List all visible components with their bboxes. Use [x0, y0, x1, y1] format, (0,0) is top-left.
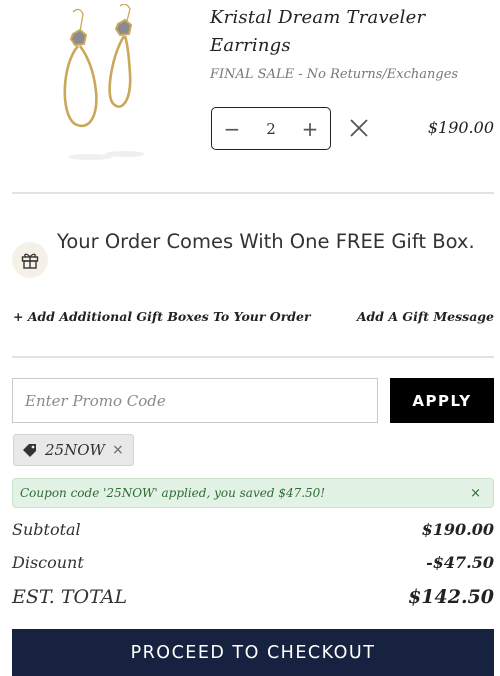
- discount-label: Discount: [12, 553, 84, 572]
- remove-item-button[interactable]: [348, 115, 370, 139]
- tag-icon: [23, 444, 36, 457]
- free-gift-box-message: Your Order Comes With One FREE Gift Box.: [57, 230, 475, 253]
- final-sale-note: FINAL SALE - No Returns/Exchanges: [210, 67, 459, 82]
- divider: [12, 356, 494, 358]
- coupon-success-alert: Coupon code '25NOW' applied, you saved $…: [12, 478, 494, 508]
- applied-coupon-chip: 25NOW ×: [13, 434, 134, 466]
- divider: [12, 192, 494, 194]
- remove-coupon-button[interactable]: ×: [112, 442, 124, 458]
- product-image[interactable]: [40, 3, 170, 166]
- alert-close-button[interactable]: ×: [470, 486, 481, 501]
- est-total-label: EST. TOTAL: [12, 586, 128, 608]
- quantity-stepper: − 2 +: [211, 107, 331, 150]
- increment-button[interactable]: +: [300, 119, 320, 139]
- add-gift-message-link[interactable]: Add A Gift Message: [357, 309, 494, 324]
- subtotal-value: $190.00: [421, 520, 494, 539]
- gift-icon-wrapper: [12, 242, 48, 278]
- promo-code-input[interactable]: [12, 378, 378, 423]
- alert-message: Coupon code '25NOW' applied, you saved $…: [20, 486, 326, 500]
- close-icon: [350, 119, 368, 137]
- earrings-image: [63, 3, 145, 160]
- product-title[interactable]: Kristal Dream Traveler Earrings: [210, 4, 480, 60]
- quantity-value: 2: [266, 119, 276, 138]
- proceed-to-checkout-button[interactable]: PROCEED TO CHECKOUT: [12, 629, 494, 676]
- discount-value: -$47.50: [426, 553, 494, 572]
- add-gift-boxes-link[interactable]: + Add Additional Gift Boxes To Your Orde…: [13, 309, 311, 324]
- line-item-price: $190.00: [427, 118, 494, 137]
- subtotal-label: Subtotal: [12, 520, 81, 539]
- decrement-button[interactable]: −: [222, 119, 242, 139]
- gift-icon: [21, 253, 39, 269]
- apply-button[interactable]: APPLY: [390, 378, 494, 423]
- est-total-value: $142.50: [408, 586, 494, 608]
- coupon-code: 25NOW: [45, 441, 105, 459]
